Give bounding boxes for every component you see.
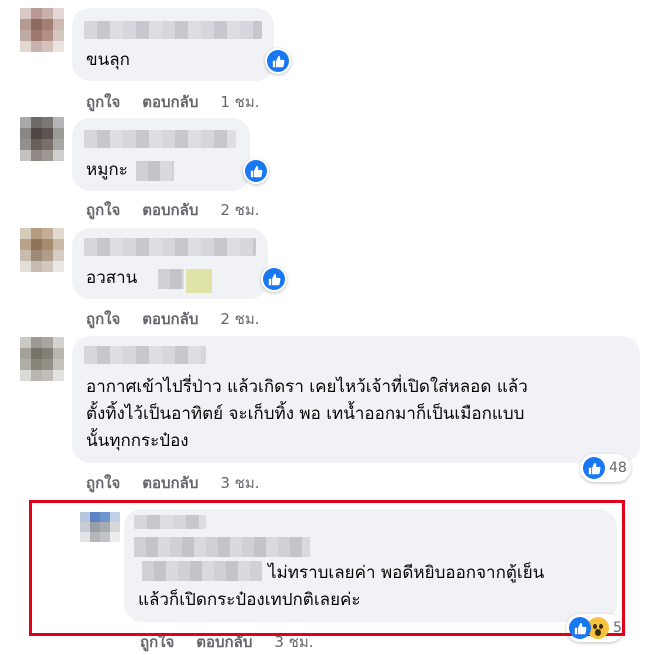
reply-link[interactable]: ตอบกลับ — [142, 198, 198, 222]
comment-text: อากาศเข้าไปรี่ป่าว แล้วเกิดรา เคยไหว้เจ้… — [86, 377, 528, 397]
like-reaction-badge[interactable] — [243, 158, 269, 184]
thumbs-up-icon — [272, 55, 284, 67]
thumbs-up-icon — [250, 165, 262, 177]
thumbs-up-icon — [588, 462, 600, 474]
timestamp[interactable]: 2 ชม. — [220, 307, 259, 331]
avatar[interactable] — [20, 228, 64, 272]
thumbs-up-icon — [268, 273, 280, 285]
reaction-count-pill[interactable]: 48 — [580, 454, 631, 482]
redacted-text — [136, 161, 174, 181]
reaction-count: 48 — [609, 460, 627, 476]
thumbs-up-icon — [574, 622, 586, 634]
like-link[interactable]: ถูกใจ — [86, 307, 120, 331]
redacted-emoji — [186, 269, 212, 293]
like-link[interactable]: ถูกใจ — [86, 471, 120, 495]
comment-actions: ถูกใจ ตอบกลับ 2 ชม. — [86, 198, 260, 222]
comment-actions: ถูกใจ ตอบกลับ 2 ชม. — [86, 307, 260, 331]
comment-text: นั้นทุกกระป๋อง — [86, 431, 189, 451]
reply-link[interactable]: ตอบกลับ — [142, 90, 198, 114]
timestamp[interactable]: 3 ชม. — [220, 471, 259, 495]
comment-text: หมูกะ — [86, 160, 128, 180]
timestamp[interactable]: 1 ชม. — [220, 90, 259, 114]
comment-text: อวสาน — [86, 268, 138, 288]
redacted-text — [158, 269, 184, 289]
reply-link[interactable]: ตอบกลับ — [142, 471, 198, 495]
like-reaction-badge[interactable] — [261, 266, 287, 292]
commenter-name[interactable] — [84, 346, 206, 364]
commenter-name[interactable] — [84, 21, 262, 39]
comment-actions: ถูกใจ ตอบกลับ 1 ชม. — [86, 90, 260, 114]
comment-bubble: อากาศเข้าไปรี่ป่าว แล้วเกิดรา เคยไหว้เจ้… — [72, 336, 640, 463]
reply-link[interactable]: ตอบกลับ — [142, 307, 198, 331]
timestamp[interactable]: 2 ชม. — [220, 198, 259, 222]
comment-bubble: อวสาน — [72, 228, 268, 299]
like-link[interactable]: ถูกใจ — [86, 198, 120, 222]
comment-bubble: หมูกะ — [72, 118, 250, 191]
highlight-box — [29, 500, 625, 636]
comment-text: ตั้งทิ้งไว้เป็นอาทิตย์ จะเก็บทิ้ง พอ เทน… — [86, 404, 525, 424]
commenter-name[interactable] — [84, 130, 236, 148]
avatar[interactable] — [20, 117, 64, 161]
comment-actions: ถูกใจ ตอบกลับ 3 ชม. — [86, 471, 260, 495]
commenter-name[interactable] — [84, 238, 256, 256]
like-reaction-badge[interactable] — [265, 48, 291, 74]
like-link[interactable]: ถูกใจ — [86, 90, 120, 114]
avatar[interactable] — [20, 8, 64, 52]
avatar[interactable] — [20, 337, 64, 381]
comment-bubble: ขนลุก — [72, 8, 274, 81]
comment-text: ขนลุก — [86, 50, 130, 70]
